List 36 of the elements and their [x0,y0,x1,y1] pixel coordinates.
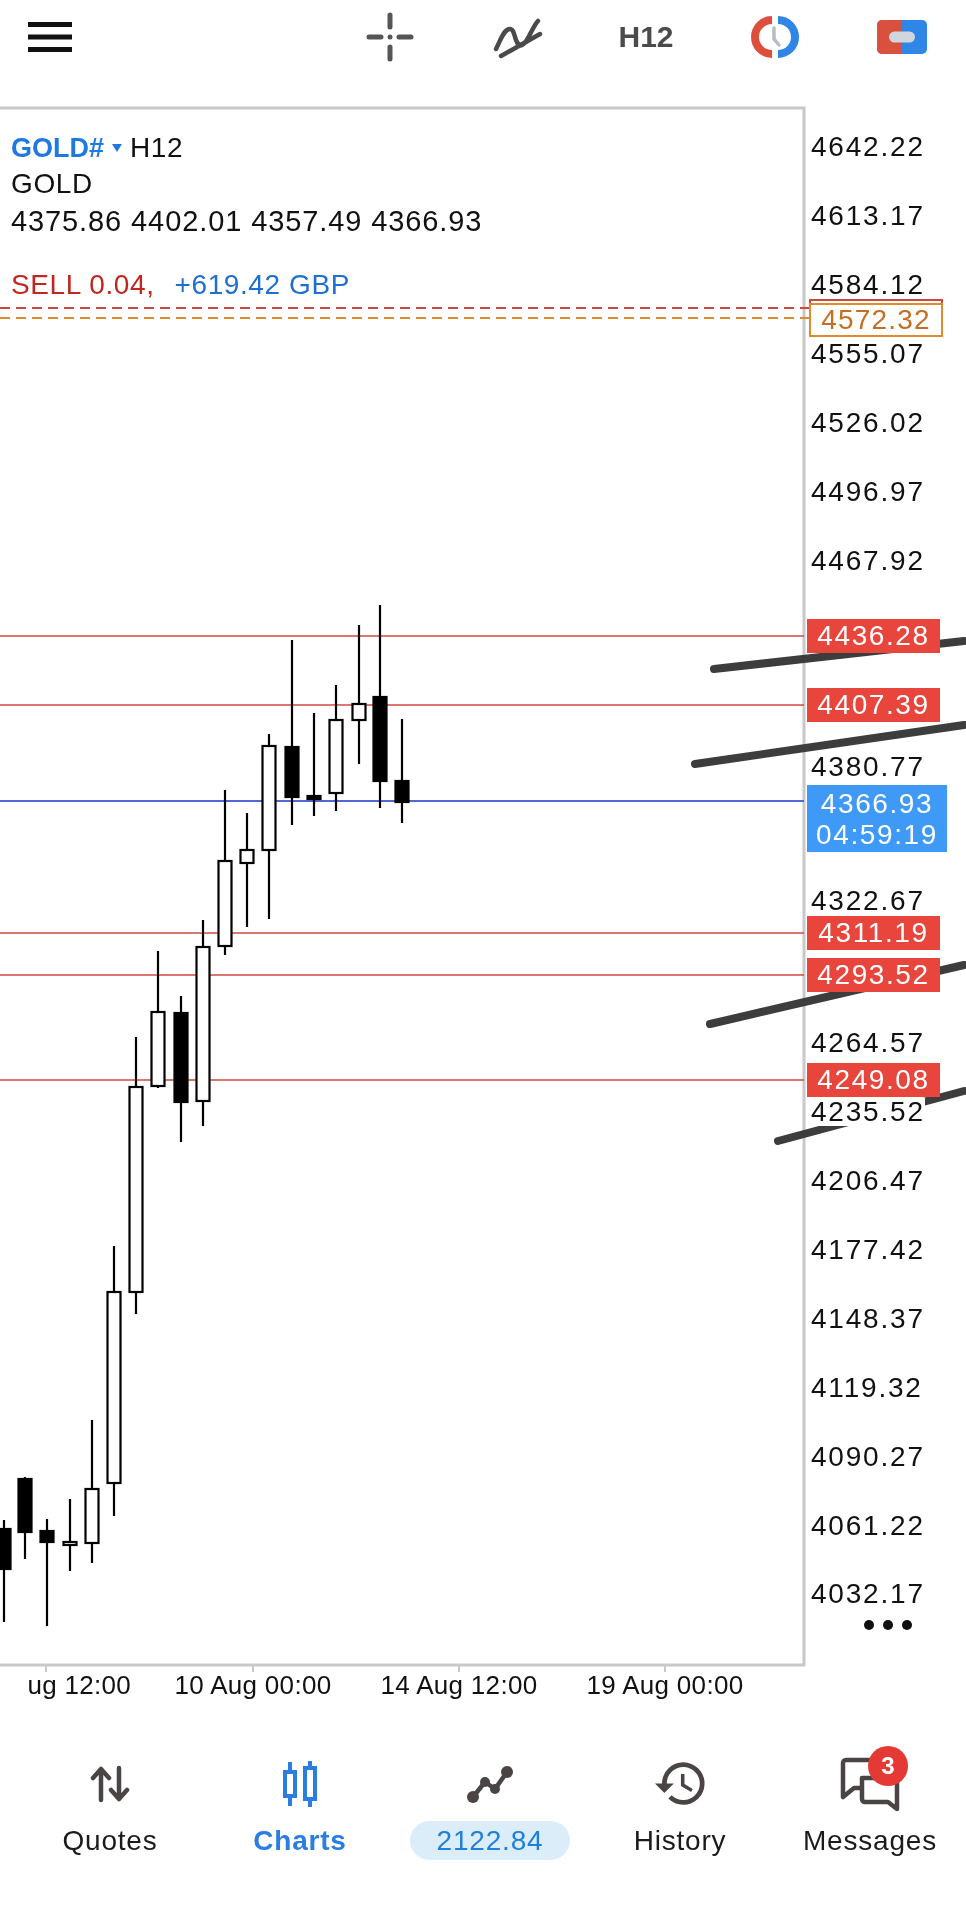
time-axis-label: 10 Aug 00:00 [174,1669,332,1702]
history-icon [654,1761,706,1807]
price-level-label: 4249.08 [807,1063,940,1097]
timeframe-button[interactable]: H12 [618,20,674,54]
line-chart-icon [466,1764,514,1804]
countdown-timer: 04:59:19 [816,818,938,850]
nav-tab[interactable]: Charts [253,1759,347,1861]
dropdown-caret-icon[interactable] [112,144,122,152]
time-axis-label: ug 12:00 [27,1669,131,1702]
menu-icon[interactable] [28,22,72,52]
price-level-label: 4293.52 [807,958,940,992]
time-axis-label: 19 Aug 00:00 [586,1669,744,1702]
profit-value: +619.42 GBP [174,269,351,301]
timeframe-label: H12 [130,131,184,165]
ohlc-values: 4375.86 4402.01 4357.49 4366.93 [11,204,483,239]
order-label: SELL 0.04, [11,269,155,301]
clock-icon[interactable] [749,15,799,59]
candlestick [62,1499,78,1571]
toggle-icon[interactable] [877,20,927,54]
price-level-label: 4311.19 [807,916,940,950]
time-axis-label: 14 Aug 12:00 [380,1669,538,1702]
nav-tab[interactable]: History [633,1759,727,1861]
nav-tab[interactable]: Quotes [62,1759,158,1861]
notification-badge: 3 [868,1746,908,1786]
position-price-tag: 4572.32 [809,303,943,337]
price-level-label: 4436.28 [807,619,940,653]
price-axis-label: 4235.52 [811,1098,925,1126]
candlestick-icon [280,1759,320,1809]
crosshair-icon[interactable] [366,12,414,62]
current-price: 4366.93 [820,787,934,819]
symbol-description: GOLD [11,167,93,201]
price-level-label: 4407.39 [807,688,940,722]
balance-value: 2122.84 [409,1821,571,1860]
symbol-name[interactable]: GOLD# [11,131,104,165]
more-icon[interactable] [864,1620,912,1630]
up-down-arrows-icon [90,1765,130,1803]
